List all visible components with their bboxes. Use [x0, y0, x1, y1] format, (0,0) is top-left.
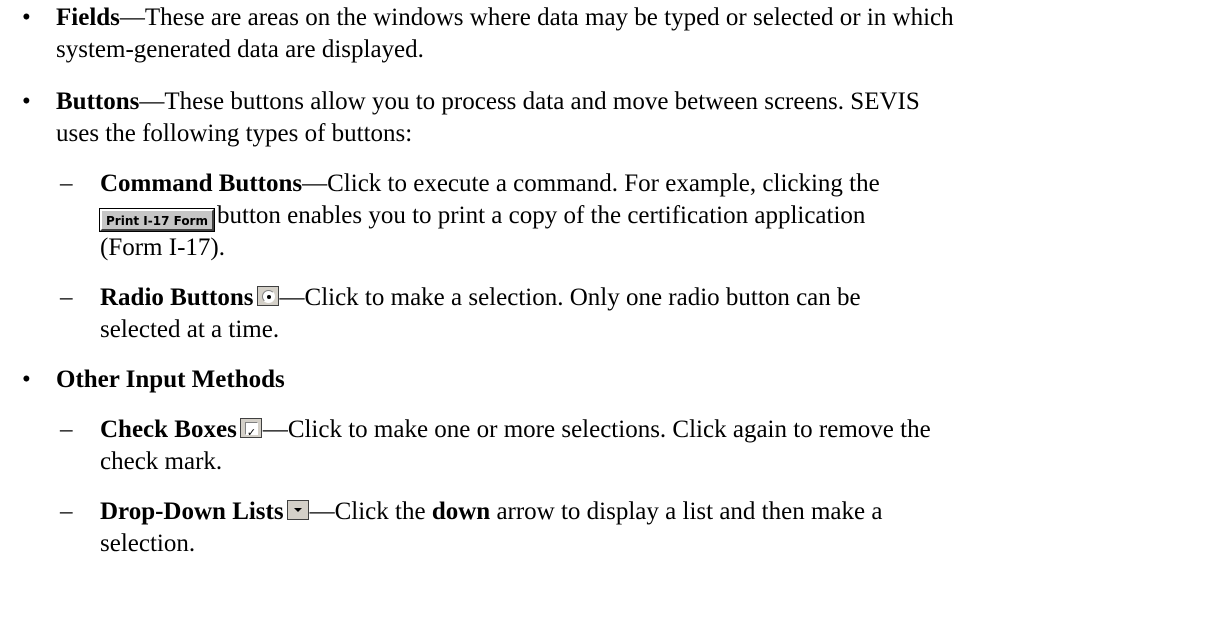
checkbox-icon[interactable]: ✓ — [239, 418, 262, 439]
radio-buttons-text-line2: selected at a time. — [100, 316, 280, 343]
drop-down-term: Drop-Down Lists — [100, 498, 284, 525]
check-boxes-text-line1: Click to make one or more selections. Cl… — [287, 416, 931, 443]
radio-buttons-text-line1: Click to make a selection. Only one radi… — [304, 284, 861, 311]
dash: – — [60, 284, 73, 311]
dash: – — [60, 498, 73, 525]
radio-button-icon[interactable] — [256, 286, 279, 306]
other-input-term: Other Input Methods — [56, 366, 285, 393]
check-boxes-text-line2: check mark. — [100, 448, 223, 475]
drop-down-item: Drop-Down Lists —Click the down arrow to … — [100, 496, 1200, 560]
em-dash: — — [262, 416, 288, 443]
em-dash: — — [309, 498, 335, 525]
drop-down-text-b: arrow to display a list and then make a — [490, 498, 883, 525]
em-dash: — — [279, 284, 305, 311]
em-dash: — — [119, 4, 145, 31]
bullet: • — [22, 4, 31, 31]
em-dash: — — [139, 88, 165, 115]
command-buttons-text-line3: (Form I-17). — [100, 234, 225, 261]
other-input-item: Other Input Methods — [56, 364, 1204, 396]
drop-down-text-line2: selection. — [100, 530, 196, 557]
dash: – — [60, 170, 73, 197]
radio-buttons-item: Radio Buttons —Click to make a selection.… — [100, 282, 1200, 346]
radio-buttons-term: Radio Buttons — [100, 284, 254, 311]
command-buttons-text-line1: Click to execute a command. For example,… — [327, 170, 880, 197]
drop-down-text-a: Click the — [334, 498, 432, 525]
dash: – — [60, 416, 73, 443]
bullet: • — [22, 88, 31, 115]
drop-down-text-bold: down — [431, 498, 491, 525]
fields-item: Fields—These are areas on the windows wh… — [56, 2, 1204, 66]
command-buttons-item: Command Buttons—Click to execute a comma… — [99, 168, 1200, 264]
check-boxes-item: Check Boxes ✓ —Click to make one or more s… — [100, 414, 1200, 478]
print-i17-form-button[interactable]: Print I-17 Form — [99, 208, 215, 232]
fields-term: Fields — [56, 4, 120, 31]
command-buttons-text-line2: button enables you to print a copy of th… — [217, 202, 866, 229]
buttons-text-line2: uses the following types of buttons: — [56, 120, 413, 147]
em-dash: — — [302, 170, 328, 197]
bullet: • — [22, 366, 31, 393]
fields-text-line2: system-generated data are displayed. — [56, 36, 424, 63]
check-boxes-term: Check Boxes — [100, 416, 237, 443]
command-buttons-term: Command Buttons — [100, 170, 303, 197]
fields-text-line1: These are areas on the windows where dat… — [144, 4, 954, 31]
dropdown-arrow-icon[interactable] — [286, 500, 309, 520]
document-page: • Fields—These are areas on the windows … — [0, 0, 1210, 632]
buttons-text-line1: These buttons allow you to process data … — [164, 88, 920, 115]
buttons-item: Buttons—These buttons allow you to proce… — [56, 86, 1204, 150]
buttons-term: Buttons — [56, 88, 140, 115]
